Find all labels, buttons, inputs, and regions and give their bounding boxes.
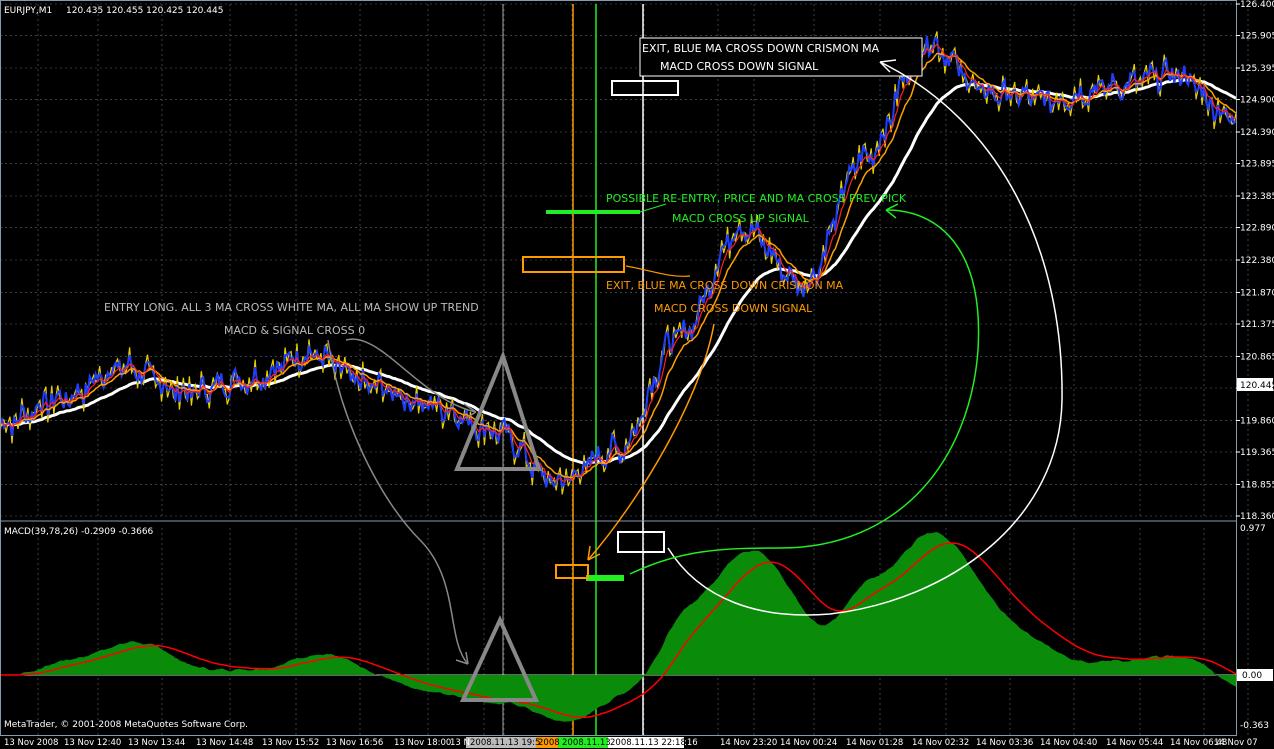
price-wick-line [0, 31, 1237, 495]
time-tick-label: 14 Nov 04:40 [1040, 738, 1097, 748]
price-tick-label: 124.900 [1240, 96, 1274, 106]
time-tick-label: 13 Nov 16:56 [326, 738, 383, 748]
entry-line2: MACD & SIGNAL CROSS 0 [224, 324, 365, 337]
macd-panel [0, 532, 1237, 722]
time-tick-label: 13 Nov 12:40 [64, 738, 121, 748]
time-tick-label: 13 Nov 15:52 [262, 738, 319, 748]
price-tick-label: 118.360 [1240, 512, 1274, 522]
macd-tick-zero: 0.00 [1242, 671, 1262, 681]
exit1-macd-box [617, 531, 665, 553]
price-tick-label: 126.400 [1240, 0, 1274, 10]
time-tick-label: 14 Nov 05:44 [1106, 738, 1163, 748]
price-tick-label: 123.895 [1240, 160, 1274, 170]
time-tick-label: 14 Nov 03:36 [976, 738, 1033, 748]
price-tick-label: 119.860 [1240, 416, 1274, 426]
price-tick-label: 118.855 [1240, 480, 1274, 490]
time-tick-label: 14 Nov 01:28 [846, 738, 903, 748]
time-tick-label: 13 Nov 2008 [4, 738, 58, 748]
ma-orange-line [0, 52, 1237, 479]
time-tick-label: 2008.11.13 19:5 [470, 738, 540, 748]
exit2-line1: EXIT, BLUE MA CROSS DOWN CRISMON MA [606, 279, 844, 292]
exit2-link [625, 265, 691, 277]
copyright: MetaTrader, © 2001-2008 MetaQuotes Softw… [4, 720, 248, 730]
ohlc-header: 120.435 120.455 120.425 120.445 [66, 6, 223, 16]
trading-chart[interactable]: 126.400 125.905 125.395 124.900 124.390 123.8… [0, 0, 1274, 749]
time-tick-label: 14 Nov 02:32 [912, 738, 969, 748]
time-tick-label: 2008.11.13 [562, 738, 611, 748]
exit1-line2: MACD CROSS DOWN SIGNAL [660, 60, 819, 73]
entry-line1: ENTRY LONG. ALL 3 MA CROSS WHITE MA, ALL… [104, 301, 479, 314]
price-tick-label: 122.890 [1240, 224, 1274, 234]
price-tick-label: 125.395 [1240, 64, 1274, 74]
exit1-line1: EXIT, BLUE MA CROSS DOWN CRISMON MA [642, 42, 880, 55]
time-tick-label: 2008.11.13 22:18 [610, 738, 686, 748]
macd-tick-bottom: -0.363 [1240, 721, 1269, 731]
price-tick-label: 124.390 [1240, 128, 1274, 138]
symbol-header: EURJPY,M1 [4, 6, 52, 16]
macd-histogram [0, 532, 1236, 722]
price-tick-label: 121.375 [1240, 320, 1274, 330]
price-tick-label: 119.365 [1240, 448, 1274, 458]
vertical-markers [502, 4, 644, 736]
time-tick-label: 14 Nov 07 [1214, 738, 1258, 748]
macd-tick-top: 0.977 [1240, 524, 1266, 534]
price-tick-label: 121.870 [1240, 288, 1274, 298]
reentry-line2: MACD CROSS UP SIGNAL [672, 212, 810, 225]
price-tick-label: 120.865 [1240, 352, 1274, 362]
reentry-line1: POSSIBLE RE-ENTRY, PRICE AND MA CROSS PR… [606, 192, 907, 205]
macd-axis: 0.977 0.00 -0.363 [1237, 524, 1273, 731]
time-tick-label: :16 [684, 738, 698, 748]
time-tick-label: 14 Nov 23:20 [720, 738, 777, 748]
price-line [0, 35, 1237, 490]
macd-header: MACD(39,78,26) -0.2909 -0.3666 [4, 527, 154, 537]
exit2-macd-box [555, 564, 589, 579]
time-tick-label: 2008 [538, 738, 560, 748]
price-tick-label: 125.905 [1240, 32, 1274, 42]
price-axis: 126.400 125.905 125.395 124.900 124.390 123.8… [1236, 0, 1274, 522]
current-price-label: 120.445 [1240, 381, 1274, 391]
time-tick-label: 13 Nov 13:44 [128, 738, 185, 748]
price-panel [0, 31, 1237, 495]
price-tick-label: 122.380 [1240, 256, 1274, 266]
time-axis: 13 Nov 2008 13 Nov 12:40 13 Nov 13:44 13 No… [4, 738, 1258, 748]
time-tick-label: 13 Nov 18:00 [394, 738, 451, 748]
exit1-box [611, 80, 679, 96]
time-tick-label: 13 Nov 14:48 [196, 738, 253, 748]
time-tick-label: 13 N [450, 738, 470, 748]
time-tick-label: 14 Nov 00:24 [780, 738, 837, 748]
price-tick-label: 123.385 [1240, 192, 1274, 202]
exit2-line2: MACD CROSS DOWN SIGNAL [654, 302, 813, 315]
